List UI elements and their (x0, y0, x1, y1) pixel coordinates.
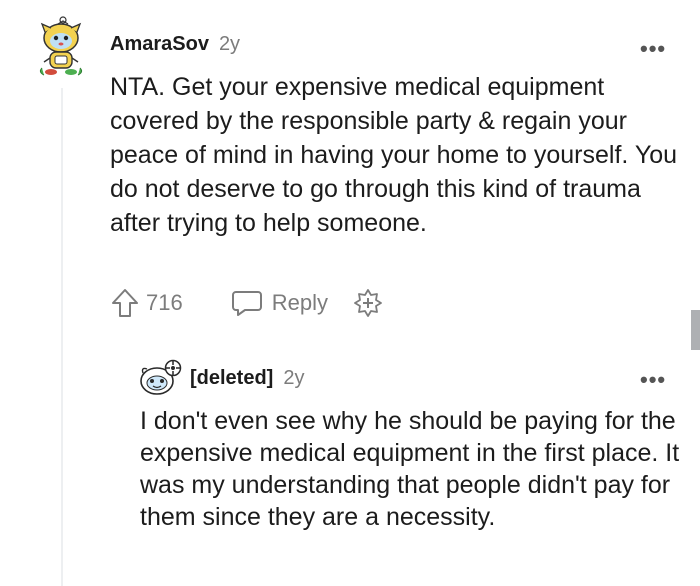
reply-button[interactable]: Reply (231, 288, 352, 318)
author-name[interactable]: AmaraSov (110, 33, 209, 56)
reply-label: Reply (271, 290, 328, 315)
comment-header: AmaraSov 2y (110, 33, 240, 56)
reply-age: 2y (283, 367, 305, 389)
reply-header: [deleted] 2y (190, 367, 304, 390)
reply-author-name: [deleted] (190, 367, 274, 389)
add-award-button[interactable] (352, 287, 384, 319)
reply-avatar[interactable] (139, 359, 183, 397)
reply-more-options-icon[interactable]: ••• (640, 369, 666, 391)
comment-bubble-icon (231, 291, 262, 316)
avatar[interactable] (36, 16, 86, 78)
add-award-icon (354, 289, 382, 317)
thread-line[interactable] (61, 88, 63, 586)
more-options-icon[interactable]: ••• (640, 38, 666, 60)
reply-body: I don't even see why he should be paying… (140, 407, 680, 531)
comment-age: 2y (218, 33, 241, 55)
comment-body: NTA. Get your expensive medical equipmen… (110, 73, 678, 237)
scrollbar-thumb[interactable] (691, 310, 700, 350)
comment-actions: 716 Reply (110, 287, 384, 319)
upvote-button[interactable]: 716 (110, 287, 231, 319)
upvote-icon[interactable] (110, 287, 140, 319)
vote-count: 716 (146, 290, 183, 315)
